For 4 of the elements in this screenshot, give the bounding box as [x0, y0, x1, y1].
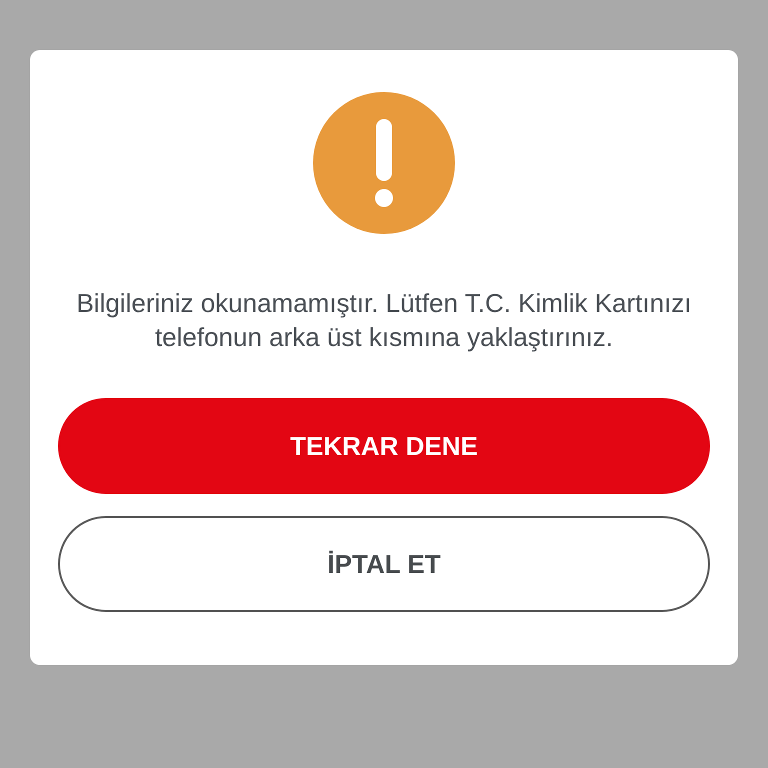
message-text: Bilgileriniz okunamamıştır. Lütfen T.C. Kimlik Kartınızı telefonun arka üst kısmına yaklaştırınız. — [75, 287, 693, 354]
warning-icon — [313, 92, 455, 234]
retry-button[interactable]: TEKRAR DENE — [58, 398, 710, 494]
cancel-button[interactable]: İPTAL ET — [58, 516, 710, 612]
